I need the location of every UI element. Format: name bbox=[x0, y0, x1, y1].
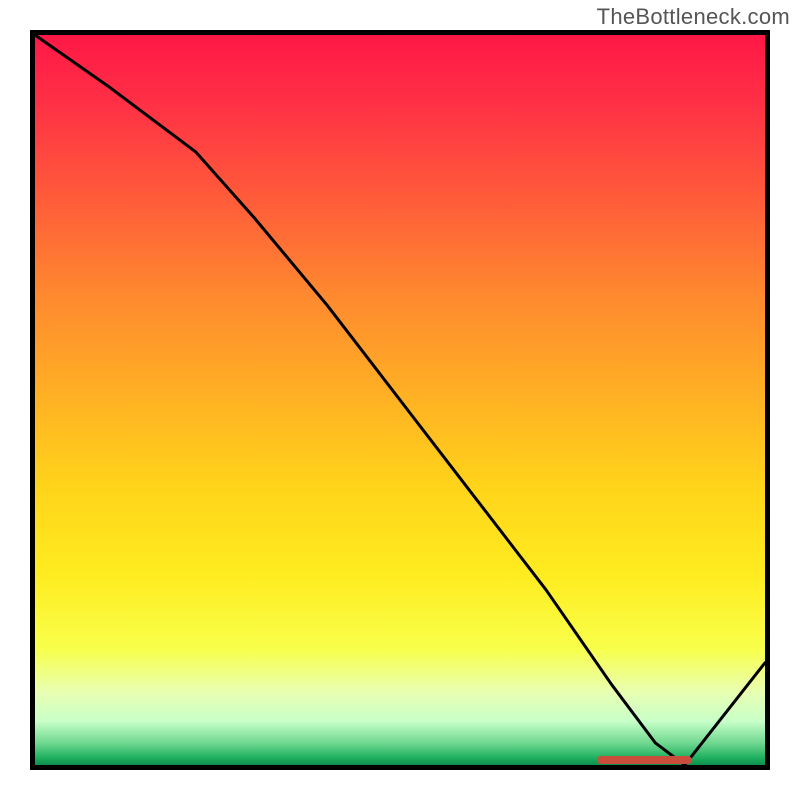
chart-stage: TheBottleneck.com bbox=[0, 0, 800, 800]
optimal-segment-marker bbox=[597, 756, 692, 764]
plot-frame bbox=[30, 30, 770, 770]
watermark-text: TheBottleneck.com bbox=[597, 4, 790, 30]
curve-layer bbox=[35, 35, 765, 765]
bottleneck-curve bbox=[35, 35, 765, 765]
